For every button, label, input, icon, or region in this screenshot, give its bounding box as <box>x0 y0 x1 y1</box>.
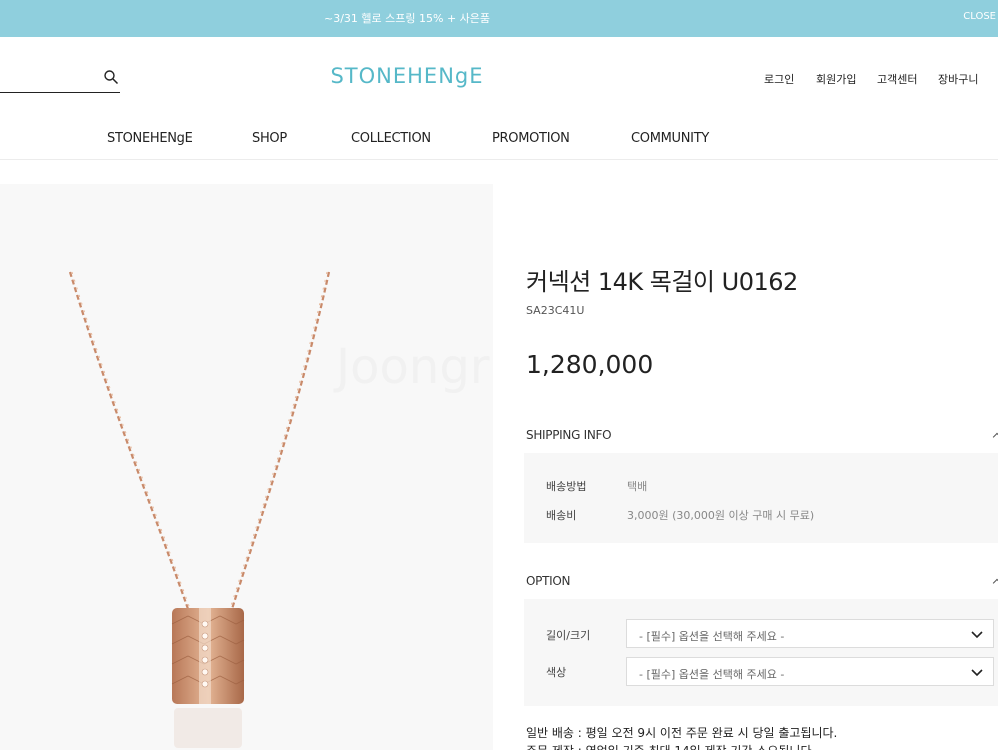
customer-center-link[interactable]: 고객센터 <box>877 71 917 87</box>
nav-divider <box>0 159 998 160</box>
option-length-label: 길이/크기 <box>546 629 591 642</box>
necklace-illustration <box>68 271 331 748</box>
search-box <box>0 62 120 93</box>
nav-item-promotion[interactable]: PROMOTION <box>492 131 570 146</box>
shipping-method-label: 배송방법 <box>546 480 587 493</box>
nav-item-shop[interactable]: SHOP <box>252 131 287 146</box>
shipping-notice-general: 일반 배송 : 평일 오전 9시 이전 주문 완료 시 당일 출고됩니다. <box>526 726 838 740</box>
chevron-down-icon <box>971 669 983 677</box>
option-toggle-icon[interactable] <box>992 578 998 588</box>
product-price: 1,280,000 <box>526 350 654 379</box>
login-link[interactable]: 로그인 <box>764 71 794 87</box>
shipping-fee-label: 배송비 <box>546 509 577 522</box>
shipping-toggle-icon[interactable] <box>992 432 998 442</box>
shipping-method-value: 택배 <box>627 480 648 493</box>
product-image[interactable]: Joongr <box>0 184 493 750</box>
option-color-value: - [필수] 옵션을 선택해 주세요 - <box>639 668 785 681</box>
brand-logo[interactable]: STONEHENgE <box>330 64 484 88</box>
option-length-value: - [필수] 옵션을 선택해 주세요 - <box>639 630 785 643</box>
shipping-info-title[interactable]: SHIPPING INFO <box>526 428 612 442</box>
promo-text[interactable]: ~3/31 헬로 스프링 15% + 사은품 <box>0 10 814 26</box>
promo-close-button[interactable]: CLOSE <box>963 11 996 22</box>
nav-item-collection[interactable]: COLLECTION <box>351 131 431 146</box>
chevron-down-icon <box>971 631 983 639</box>
option-color-label: 색상 <box>546 666 567 679</box>
option-title[interactable]: OPTION <box>526 574 570 588</box>
search-input[interactable] <box>0 66 96 90</box>
shipping-notice-custom: 주문 제작 : 영업일 기준 최대 14일 제작 기간 소요됩니다. <box>526 742 815 750</box>
nav-item-stonehenge[interactable]: STONEHENgE <box>107 131 193 146</box>
nav-item-community[interactable]: COMMUNITY <box>631 131 709 146</box>
option-box <box>524 599 998 706</box>
shipping-fee-value: 3,000원 (30,000원 이상 구매 시 무료) <box>627 509 815 522</box>
option-length-select[interactable]: - [필수] 옵션을 선택해 주세요 - <box>626 619 994 648</box>
product-name: 커넥션 14K 목걸이 U0162 <box>526 268 798 296</box>
promo-bar: ~3/31 헬로 스프링 15% + 사은품 CLOSE <box>0 0 998 37</box>
shipping-info-box: 배송방법 택배 배송비 3,000원 (30,000원 이상 구매 시 무료) <box>524 453 998 543</box>
product-code: SA23C41U <box>526 304 585 317</box>
search-icon[interactable] <box>103 69 119 85</box>
option-color-select[interactable]: - [필수] 옵션을 선택해 주세요 - <box>626 657 994 686</box>
cart-link[interactable]: 장바구니 <box>938 71 978 87</box>
signup-link[interactable]: 회원가입 <box>816 71 856 87</box>
